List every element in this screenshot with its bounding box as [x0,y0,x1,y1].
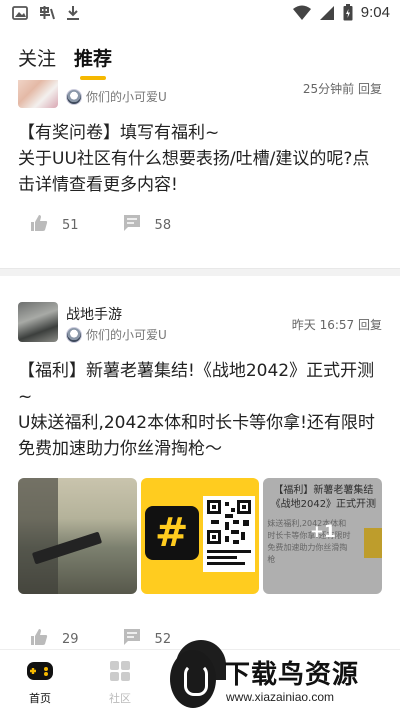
signal-icon [319,5,335,21]
image-gallery: # 【福利】新薯老薯集结 《战地2042》正式开测 妹送福利,2042本体和时长… [18,478,383,594]
hashtag-logo: # [144,506,199,560]
post-feed[interactable]: 你们的小可爱U 25分钟前 回复 【有奖问卷】填写有福利~ 关于UU社区有什么想… [0,80,400,649]
like-button[interactable]: 51 [30,214,79,236]
group-name[interactable]: 战地手游 [66,304,122,324]
post-meta: 25分钟前 回复 [302,82,382,96]
post-divider [0,268,400,276]
battery-icon [343,4,353,21]
group-avatar[interactable] [18,80,58,108]
post-meta: 昨天 16:57 回复 [291,318,382,332]
thumbs-up-icon [30,628,48,649]
gallery-icon [12,6,28,20]
post-body[interactable]: 【有奖问卷】填写有福利~ 关于UU社区有什么想要表扬/吐槽/建议的呢?点击详情查… [18,120,386,198]
nav-community[interactable]: 社区 [90,660,150,706]
top-tab-bar: 关注 推荐 [0,28,400,80]
comment-button[interactable]: 52 [123,628,172,649]
like-button[interactable]: 29 [30,628,79,649]
group-avatar[interactable] [18,302,58,342]
thumbs-up-icon [30,214,48,236]
tab-recommended[interactable]: 推荐 [74,44,112,71]
download-icon [66,5,80,21]
author-avatar [66,88,82,105]
clock: 9:04 [360,4,390,21]
nav-home[interactable]: 首页 [10,660,70,706]
comment-button[interactable]: 58 [123,214,172,236]
author-row[interactable]: 你们的小可爱U [66,326,167,343]
author-avatar [66,326,82,343]
nav-home-label: 首页 [29,692,51,705]
like-count: 51 [62,217,79,233]
image-detail [18,478,58,594]
app-notification-icon [38,5,56,21]
comment-icon [123,628,141,649]
post-image[interactable]: # [140,478,260,594]
comment-count: 58 [154,217,172,233]
nav-community-label: 社区 [109,692,131,705]
grid-icon [109,661,131,686]
comment-count: 52 [154,631,172,647]
tab-follow[interactable]: 关注 [18,44,56,71]
status-bar: 9:04 [0,0,400,28]
author-name: 你们的小可爱U [86,328,167,342]
author-row[interactable]: 你们的小可爱U [66,88,167,105]
watermark-url: www.xiazainiao.com [226,690,335,704]
author-name: 你们的小可爱U [86,90,167,104]
like-count: 29 [62,631,79,647]
bird-logo-icon [170,650,216,708]
watermark-title: 下载鸟资源 [224,660,360,690]
post-image[interactable] [18,478,137,594]
qr-code-image [202,496,255,572]
wifi-icon [292,5,311,21]
post-body[interactable]: 【福利】新薯老薯集结!《战地2042》正式开测~ U妹送福利,2042本体和时长… [18,358,386,462]
post-image[interactable]: 【福利】新薯老薯集结 《战地2042》正式开测 妹送福利,2042本体和时长卡等… [263,478,383,594]
comment-icon [123,214,141,236]
site-watermark: 下载鸟资源 www.xiazainiao.com [170,650,400,711]
post-actions: 51 58 [30,214,215,236]
gamepad-icon [26,662,54,686]
more-images-count: +1 [309,522,336,542]
